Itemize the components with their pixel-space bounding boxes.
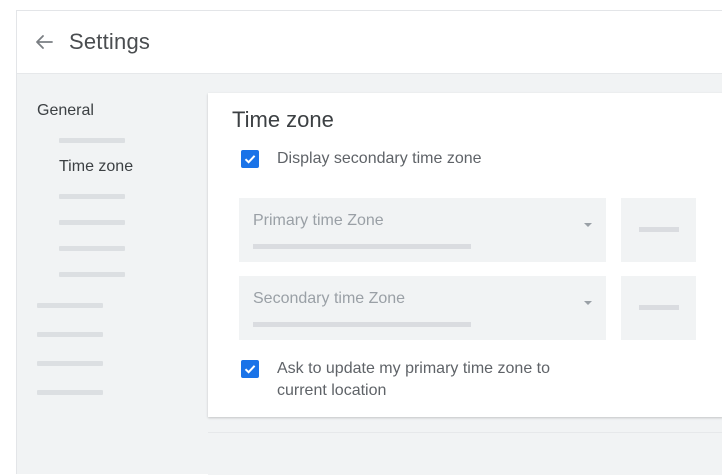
sidebar-item-general[interactable]: General bbox=[37, 102, 94, 120]
placeholder-line bbox=[639, 227, 679, 232]
primary-time-zone-select[interactable]: Primary time Zone bbox=[239, 198, 606, 262]
sidebar-item-time-zone[interactable]: Time zone bbox=[59, 158, 133, 176]
sidebar-placeholder-line[interactable] bbox=[59, 220, 125, 225]
ask-update-checkbox[interactable] bbox=[241, 360, 259, 378]
primary-time-zone-extra[interactable] bbox=[621, 198, 696, 262]
page-title: Settings bbox=[69, 29, 151, 54]
sidebar-placeholder-line[interactable] bbox=[59, 272, 125, 277]
next-section-panel bbox=[208, 432, 722, 475]
placeholder-line bbox=[639, 305, 679, 310]
display-secondary-label: Display secondary time zone bbox=[277, 150, 482, 167]
sidebar-placeholder-line[interactable] bbox=[37, 332, 103, 337]
dropdown-arrow-icon bbox=[584, 223, 592, 227]
ask-update-label-line-2: current location bbox=[277, 382, 387, 399]
secondary-time-zone-extra[interactable] bbox=[621, 276, 696, 340]
sidebar-placeholder-line[interactable] bbox=[59, 246, 125, 251]
time-zone-card: Time zone Display secondary time zone Pr… bbox=[208, 93, 722, 417]
settings-window: Settings General Time zone Time zone Dis… bbox=[16, 10, 722, 475]
secondary-time-zone-select[interactable]: Secondary time Zone bbox=[239, 276, 606, 340]
sidebar-placeholder-line[interactable] bbox=[59, 138, 125, 143]
select-value-placeholder bbox=[253, 322, 471, 327]
primary-time-zone-label: Primary time Zone bbox=[253, 212, 384, 229]
ask-update-label-line-1: Ask to update my primary time zone to bbox=[277, 360, 550, 377]
checkmark-icon bbox=[244, 365, 256, 374]
settings-header: Settings bbox=[17, 11, 722, 74]
select-value-placeholder bbox=[253, 244, 471, 249]
back-button[interactable] bbox=[31, 29, 57, 55]
sidebar-placeholder-line[interactable] bbox=[59, 194, 125, 199]
display-secondary-checkbox[interactable] bbox=[241, 150, 259, 168]
section-title: Time zone bbox=[232, 107, 334, 132]
settings-sidebar: General Time zone bbox=[17, 74, 207, 474]
sidebar-placeholder-line[interactable] bbox=[37, 361, 103, 366]
arrow-left-icon bbox=[36, 35, 53, 49]
checkmark-icon bbox=[244, 155, 256, 164]
sidebar-placeholder-line[interactable] bbox=[37, 303, 103, 308]
secondary-time-zone-label: Secondary time Zone bbox=[253, 290, 406, 307]
sidebar-placeholder-line[interactable] bbox=[37, 390, 103, 395]
dropdown-arrow-icon bbox=[584, 301, 592, 305]
